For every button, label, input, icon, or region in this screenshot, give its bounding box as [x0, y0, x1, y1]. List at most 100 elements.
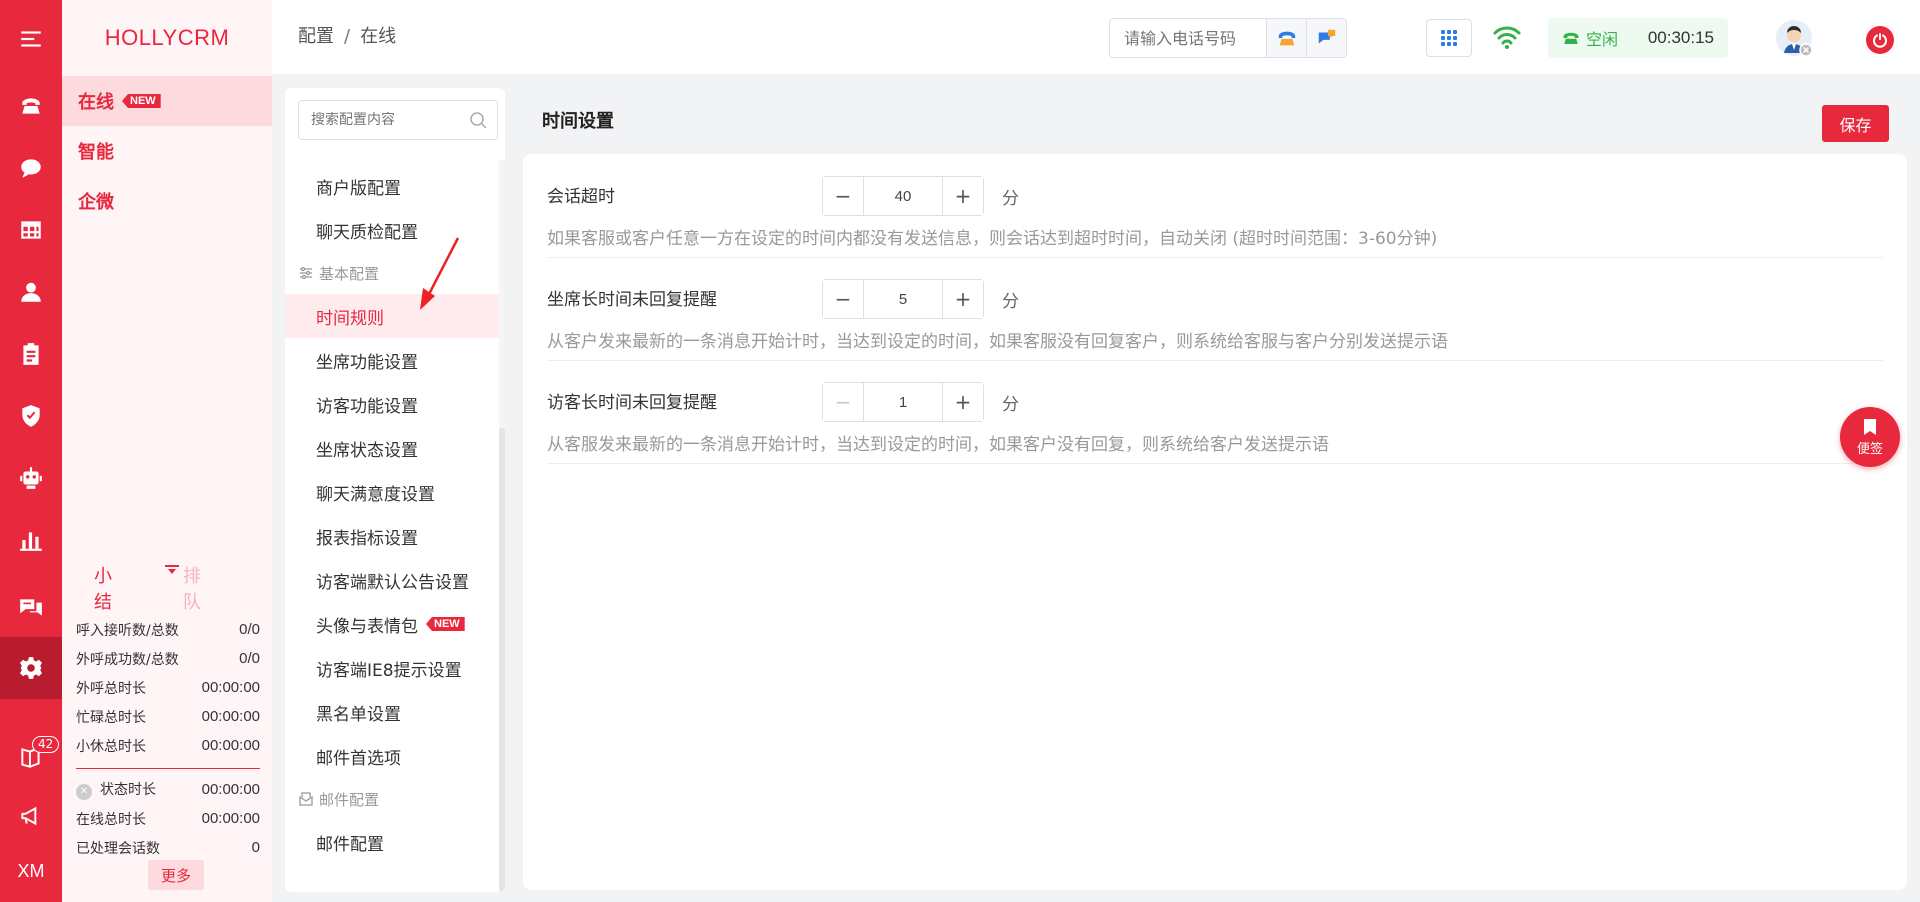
number-stepper: − 40 + — [822, 176, 984, 216]
menu-item[interactable]: 聊天质检配置 — [285, 208, 505, 252]
search-input[interactable] — [311, 112, 461, 128]
megaphone-icon[interactable] — [0, 785, 62, 847]
user-initials[interactable]: XM — [0, 840, 62, 902]
setting-description: 从客户发来最新的一条消息开始计时，当达到设定的时间，如果客服没有回复客户，则系统… — [547, 332, 1448, 352]
phone-input[interactable] — [1110, 19, 1266, 57]
stat-row: 忙碌总时长 00:00:00 — [76, 708, 260, 726]
sticky-note-button[interactable]: 便签 — [1840, 407, 1900, 467]
top-bar: 配置/在线 空闲 00:30:15 — [272, 0, 1920, 74]
breadcrumb: 配置 / 在线 — [298, 26, 397, 47]
divider — [76, 768, 260, 769]
decrement-button[interactable]: − — [823, 280, 863, 318]
module-nav: 在线 NEW 智能 企微 — [62, 76, 272, 226]
logout-button[interactable] — [1866, 26, 1894, 54]
settings-icon[interactable] — [0, 637, 62, 699]
decrement-button[interactable]: − — [823, 177, 863, 215]
table-icon[interactable] — [0, 199, 62, 261]
menu-item[interactable]: 聊天满意度设置 — [285, 470, 505, 514]
number-stepper: − 1 + — [822, 382, 984, 422]
power-icon — [1873, 33, 1887, 48]
stepper-value[interactable]: 1 — [863, 383, 943, 421]
stat-row: 呼入接听数/总数 0/0 — [76, 621, 260, 639]
menu-group-header: 邮件配置 — [285, 778, 505, 820]
decrement-button[interactable]: − — [823, 383, 863, 421]
menu-item[interactable]: 访客端默认公告设置 — [285, 558, 505, 602]
status-timer: 00:30:15 — [1647, 28, 1714, 47]
stat-row: 已处理会话数 0 — [76, 839, 260, 857]
user-icon[interactable] — [0, 261, 62, 323]
tab-queue[interactable]: 排队 — [183, 562, 214, 614]
menu-item-time-rules[interactable]: 时间规则 — [285, 294, 505, 338]
menu-item[interactable]: 邮件首选项 — [285, 734, 505, 778]
save-button[interactable]: 保存 — [1822, 105, 1889, 142]
avatar[interactable] — [1776, 20, 1812, 56]
increment-button[interactable]: + — [943, 177, 983, 215]
menu-item[interactable]: 商户版配置 — [285, 164, 505, 208]
stats-panel: 小结 排队 呼入接听数/总数 0/0 外呼成功数/总数 0/0 外呼总时长 00:00… — [62, 560, 272, 890]
stepper-value[interactable]: 40 — [863, 177, 943, 215]
stat-row: 外呼总时长 00:00:00 — [76, 679, 260, 697]
menu-item[interactable]: 黑名单设置 — [285, 690, 505, 734]
phone-icon[interactable] — [0, 75, 62, 137]
wifi-icon — [1493, 26, 1521, 49]
menu-scrollbar[interactable] — [499, 160, 505, 892]
collapse-arrow-icon[interactable] — [165, 565, 179, 575]
increment-button[interactable]: + — [943, 280, 983, 318]
grid-icon — [1441, 30, 1457, 46]
more-button[interactable]: 更多 — [148, 860, 204, 890]
search-icon[interactable] — [469, 111, 487, 129]
module-item-wecom[interactable]: 企微 — [62, 176, 272, 226]
status-clear-icon[interactable]: ✕ — [76, 783, 92, 800]
menu-group-header: 基本配置 — [285, 252, 505, 294]
menu-item[interactable]: 报表指标设置 — [285, 514, 505, 558]
mail-box-icon — [299, 792, 313, 806]
setting-session-timeout: 会话超时 − 40 + 分 如果客服或客户任意一方在设定的时间内都没有发送信息，… — [547, 154, 1883, 258]
annotation-arrow-icon — [420, 237, 460, 310]
menu-item[interactable]: 访客功能设置 — [285, 382, 505, 426]
menu-item[interactable]: 坐席状态设置 — [285, 426, 505, 470]
phone-call-icon — [1278, 31, 1295, 46]
icon-rail: 42 XM — [0, 0, 62, 902]
menu-item[interactable]: 邮件配置 — [285, 820, 505, 864]
setting-visitor-reply-reminder: 访客长时间未回复提醒 − 1 + 分 从客服发来最新的一条消息开始计时，当达到设… — [547, 360, 1883, 464]
new-badge: NEW — [122, 94, 161, 108]
menu-item[interactable]: 坐席功能设置 — [285, 338, 505, 382]
stat-row: 小休总时长 00:00:00 — [76, 737, 260, 755]
clipboard-icon[interactable] — [0, 323, 62, 385]
app-grid-button[interactable] — [1426, 19, 1472, 57]
number-stepper: − 5 + — [822, 279, 984, 319]
setting-description: 从客服发来最新的一条消息开始计时，当达到设定的时间，如果客户没有回复，则系统给客… — [547, 435, 1329, 455]
messages-icon[interactable] — [0, 577, 62, 639]
page-title: 时间设置 — [542, 111, 614, 132]
bar-chart-icon[interactable] — [0, 509, 62, 571]
config-menu-list: 商户版配置 聊天质检配置 基本配置 时间规则 坐席功能设置 访客功能设置 坐席状… — [285, 164, 505, 864]
module-item-smart[interactable]: 智能 — [62, 126, 272, 176]
shield-icon[interactable] — [0, 385, 62, 447]
menu-icon[interactable] — [0, 8, 62, 70]
chat-icon[interactable] — [0, 137, 62, 199]
dial-button[interactable] — [1266, 19, 1306, 57]
breadcrumb-item[interactable]: 配置 — [298, 26, 334, 47]
module-item-online[interactable]: 在线 NEW — [62, 76, 272, 126]
stat-row: ✕ 状态时长 00:00:00 — [62, 775, 272, 804]
tab-summary[interactable]: 小结 — [94, 562, 125, 614]
sliders-icon — [300, 266, 312, 280]
brand-logo: HOLLYCRM — [104, 25, 230, 50]
config-search — [298, 100, 498, 140]
stat-row: 外呼成功数/总数 0/0 — [76, 650, 260, 668]
book-icon[interactable]: 42 — [0, 726, 62, 788]
menu-item[interactable]: 访客端IE8提示设置 — [285, 646, 505, 690]
agent-status[interactable]: 空闲 00:30:15 — [1548, 18, 1728, 58]
robot-icon[interactable] — [0, 447, 62, 509]
settings-card: 会话超时 − 40 + 分 如果客服或客户任意一方在设定的时间内都没有发送信息，… — [523, 154, 1907, 890]
menu-item[interactable]: 头像与表情包 NEW — [285, 602, 505, 646]
message-button[interactable] — [1306, 19, 1346, 57]
stepper-value[interactable]: 5 — [863, 280, 943, 318]
increment-button[interactable]: + — [943, 383, 983, 421]
new-badge: NEW — [426, 617, 465, 631]
phone-status-icon — [1563, 32, 1579, 44]
scrollbar-thumb[interactable] — [499, 428, 505, 892]
notification-badge: 42 — [32, 736, 60, 753]
breadcrumb-item: 在线 — [360, 26, 397, 47]
bookmark-icon — [1864, 418, 1876, 435]
